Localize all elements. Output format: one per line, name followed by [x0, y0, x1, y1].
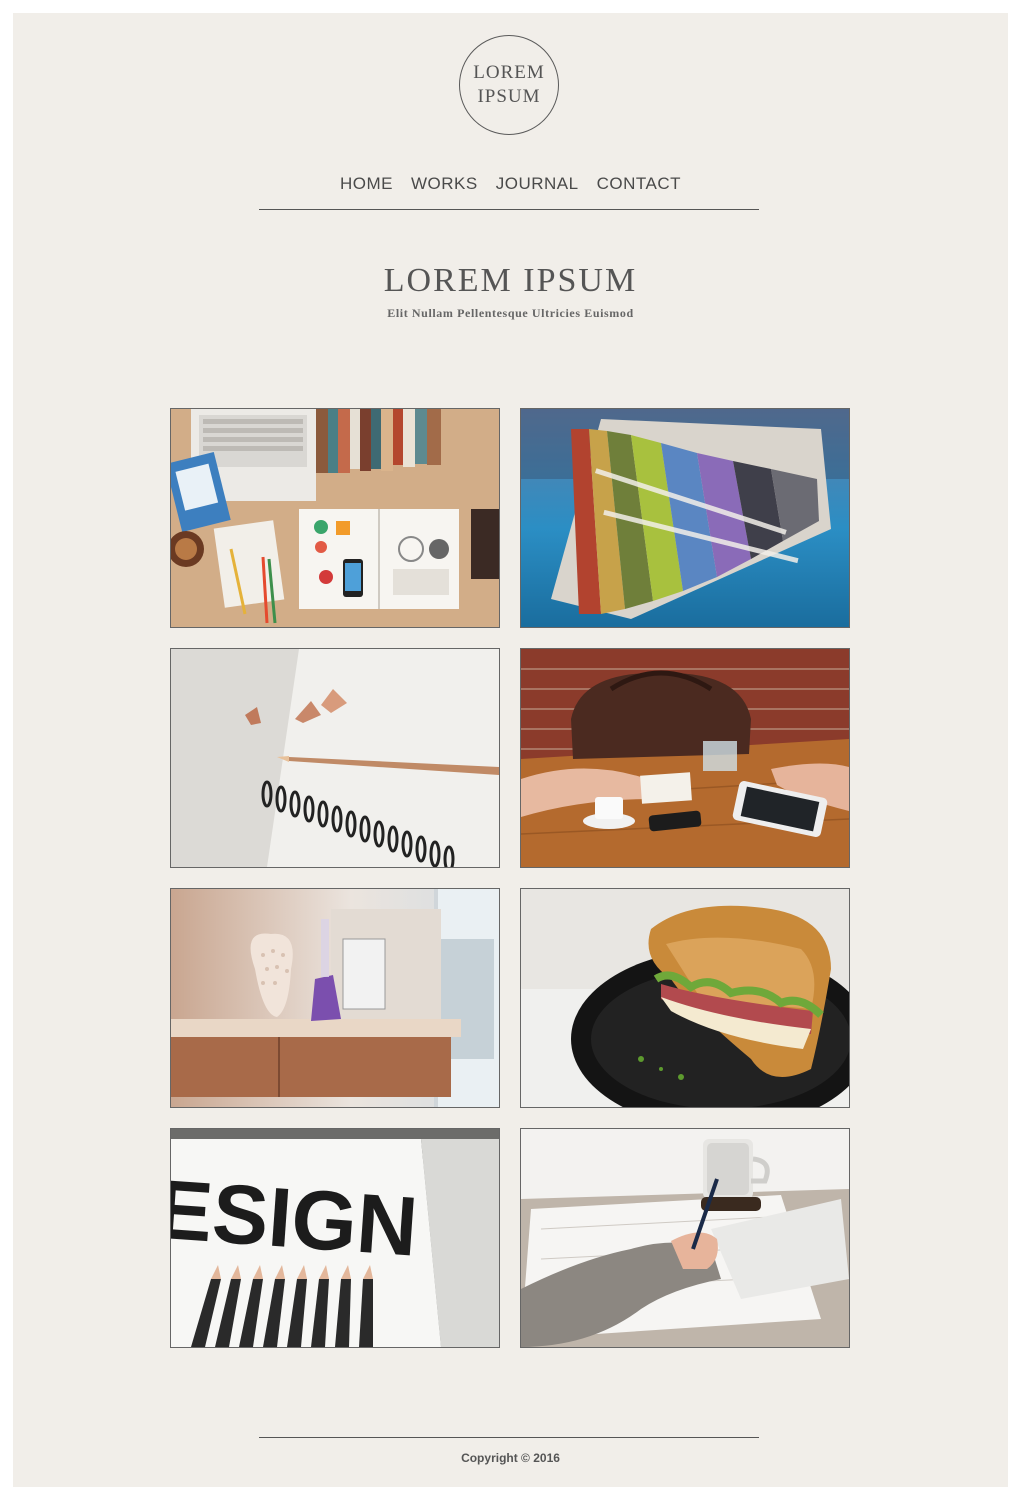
footer-divider — [259, 1437, 759, 1438]
nav-journal[interactable]: JOURNAL — [496, 174, 579, 194]
copyright-text: Copyright © 2016 — [461, 1451, 560, 1465]
site-logo[interactable]: LOREM IPSUM — [459, 35, 559, 135]
photo-vase-interior — [171, 889, 499, 1107]
nav-contact[interactable]: CONTACT — [597, 174, 681, 194]
gallery-tile-interior[interactable] — [170, 888, 500, 1108]
gallery-tile-design[interactable]: ESIGN — [170, 1128, 500, 1348]
gallery-tile-sandwich[interactable] — [520, 888, 850, 1108]
gallery-tile-meeting[interactable] — [520, 648, 850, 868]
nav-home[interactable]: HOME — [340, 174, 393, 194]
logo-line-1: LOREM — [473, 62, 545, 83]
photo-croissant-sandwich — [521, 889, 849, 1107]
photo-color-swatch — [521, 409, 849, 627]
photo-desk-workspace — [171, 409, 499, 627]
gallery-tile-desk[interactable] — [170, 408, 500, 628]
page-background: LOREM IPSUM HOME WORKS JOURNAL CONTACT L… — [13, 13, 1008, 1487]
logo-line-2: IPSUM — [477, 86, 541, 107]
photo-writing-hand — [521, 1129, 849, 1347]
main-nav: HOME WORKS JOURNAL CONTACT — [13, 174, 1008, 194]
gallery-tile-notebook[interactable] — [170, 648, 500, 868]
header-divider — [259, 209, 759, 210]
nav-works[interactable]: WORKS — [411, 174, 478, 194]
design-poster-text: ESIGN — [171, 1162, 421, 1274]
photo-design-pencils: ESIGN — [171, 1129, 499, 1347]
hero-title: LOREM IPSUM — [383, 262, 638, 299]
photo-table-meeting — [521, 649, 849, 867]
gallery-tile-swatch[interactable] — [520, 408, 850, 628]
hero-subtitle: Elit Nullam Pellentesque Ultricies Euism… — [387, 306, 634, 320]
photo-notebook-pencil — [171, 649, 499, 867]
gallery-tile-writing[interactable] — [520, 1128, 850, 1348]
